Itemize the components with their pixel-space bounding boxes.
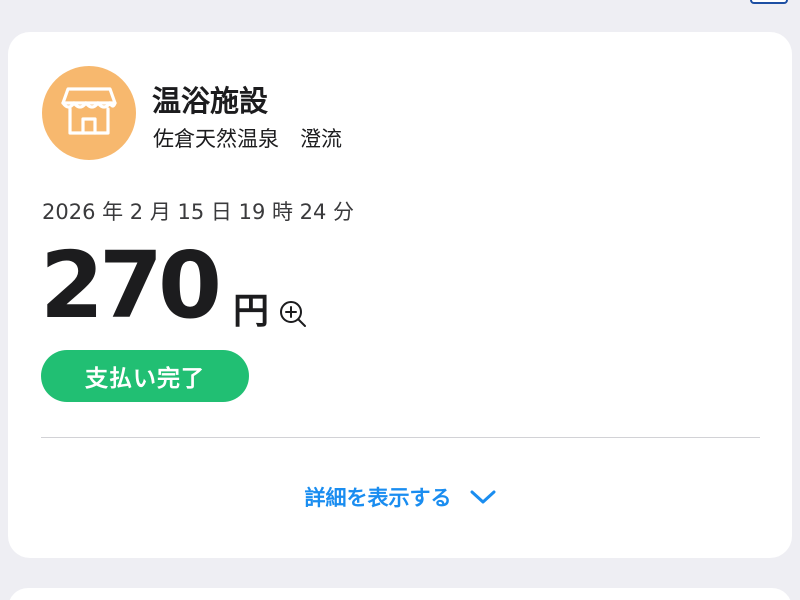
merchant-avatar [42,66,136,160]
show-details-button[interactable]: 詳細を表示する [8,482,792,512]
merchant-category: 温浴施設 [152,84,269,118]
next-card [8,588,792,600]
status-badge: 支払い完了 [41,350,249,402]
top-right-button[interactable] [750,0,788,4]
divider [41,437,760,438]
chevron-down-icon [470,489,496,505]
merchant-name: 佐倉天然温泉 澄流 [153,127,342,151]
zoom-in-icon[interactable] [277,298,309,330]
show-details-label: 詳細を表示する [304,486,452,510]
transaction-datetime: 2026 年 2 月 15 日 19 時 24 分 [42,200,355,224]
transaction-card: 温浴施設 佐倉天然温泉 澄流 2026 年 2 月 15 日 19 時 24 分… [8,32,792,558]
payment-amount: 270 [40,232,222,339]
shop-icon [60,85,118,141]
currency-unit: 円 [233,291,270,332]
amount-row: 270 円 [40,240,309,332]
